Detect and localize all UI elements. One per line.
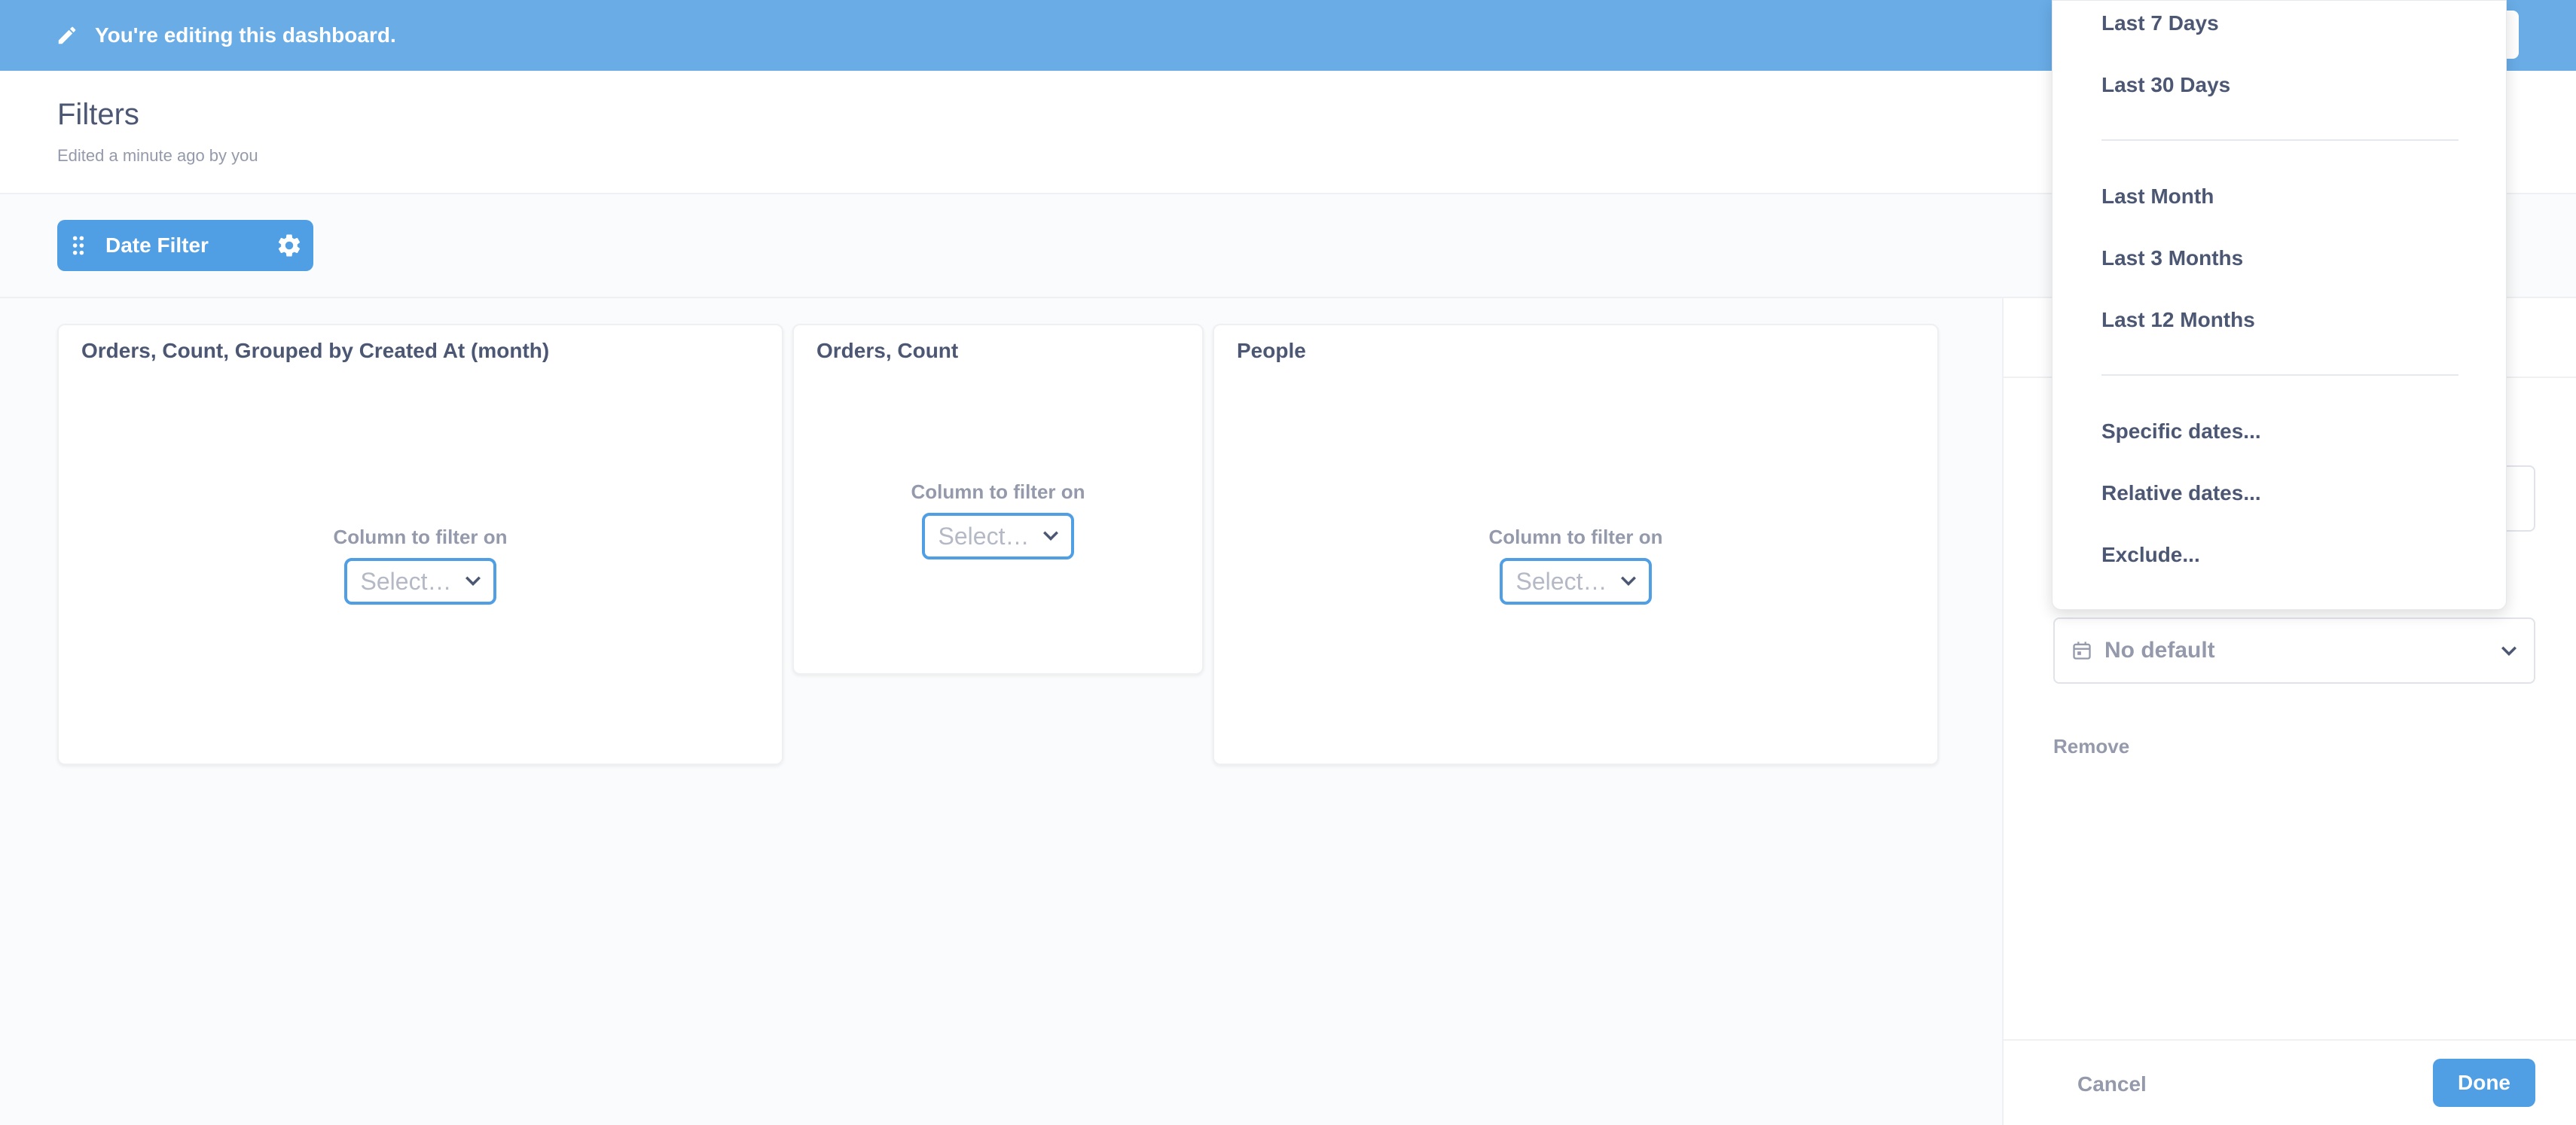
option-last-12-months[interactable]: Last 12 Months: [2101, 308, 2255, 332]
done-button[interactable]: Done: [2433, 1059, 2535, 1107]
option-last-month[interactable]: Last Month: [2101, 184, 2214, 209]
dropdown-separator: [2101, 139, 2458, 141]
remove-filter-link[interactable]: Remove: [2053, 735, 2129, 758]
column-mapping: Column to filter on Select…: [794, 480, 1202, 559]
option-last-3-months[interactable]: Last 3 Months: [2101, 246, 2243, 270]
mapping-label: Column to filter on: [1488, 526, 1663, 548]
grab-handle-icon[interactable]: [71, 235, 86, 256]
card-orders-count: Orders, Count Column to filter on Select…: [792, 324, 1204, 675]
chevron-down-icon: [465, 576, 481, 586]
last-edited-text: Edited a minute ago by you: [57, 146, 258, 165]
card-title: People: [1237, 339, 1306, 362]
select-placeholder: Select…: [1515, 567, 1607, 595]
default-value-select[interactable]: No default: [2053, 617, 2535, 684]
card-title: Orders, Count, Grouped by Created At (mo…: [81, 339, 550, 362]
card-title: Orders, Count: [816, 339, 959, 362]
default-value-text: No default: [2104, 638, 2215, 663]
mapping-label: Column to filter on: [911, 480, 1085, 503]
mapping-label: Column to filter on: [333, 526, 508, 548]
option-last-30-days[interactable]: Last 30 Days: [2101, 73, 2230, 97]
banner-text: You're editing this dashboard.: [95, 23, 396, 47]
column-select-button[interactable]: Select…: [1499, 558, 1653, 605]
date-shortcut-dropdown: Last 7 Days Last 30 Days Last Month Last…: [2052, 0, 2507, 610]
pencil-icon: [58, 26, 76, 44]
option-last-7-days[interactable]: Last 7 Days: [2101, 11, 2219, 35]
select-placeholder: Select…: [938, 522, 1030, 550]
date-filter-widget[interactable]: Date Filter: [57, 220, 313, 271]
cancel-button[interactable]: Cancel: [2077, 1072, 2147, 1096]
chevron-down-icon: [2501, 646, 2516, 656]
sidebar-footer: Cancel Done: [2004, 1039, 2576, 1125]
select-placeholder: Select…: [360, 567, 452, 595]
card-orders-grouped: Orders, Count, Grouped by Created At (mo…: [57, 324, 783, 765]
page-title: Filters: [57, 98, 139, 131]
gear-icon[interactable]: [276, 232, 303, 259]
column-mapping: Column to filter on Select…: [59, 526, 782, 605]
option-specific-dates[interactable]: Specific dates...: [2101, 419, 2261, 444]
date-filter-label: Date Filter: [105, 233, 209, 257]
column-mapping: Column to filter on Select…: [1214, 526, 1937, 605]
dashboard-edit-page: You're editing this dashboard. Filters E…: [0, 0, 2576, 1125]
card-people: People Column to filter on Select…: [1213, 324, 1939, 765]
calendar-icon: [2073, 642, 2091, 660]
option-exclude[interactable]: Exclude...: [2101, 543, 2200, 567]
column-select-button[interactable]: Select…: [343, 558, 497, 605]
column-select-button[interactable]: Select…: [921, 513, 1075, 559]
option-relative-dates[interactable]: Relative dates...: [2101, 481, 2261, 505]
dropdown-separator: [2101, 374, 2458, 376]
chevron-down-icon: [1621, 576, 1637, 586]
chevron-down-icon: [1043, 531, 1059, 541]
